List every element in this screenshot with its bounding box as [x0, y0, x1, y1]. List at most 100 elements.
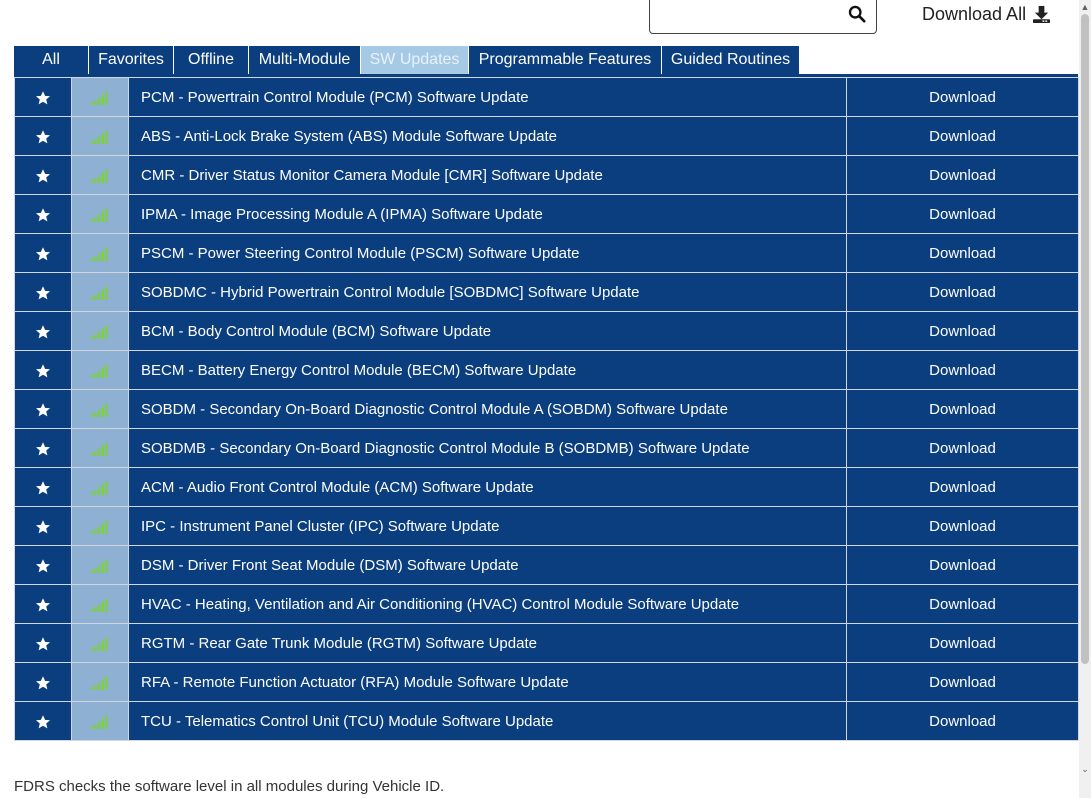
search-input[interactable]: [656, 0, 840, 29]
table-row[interactable]: SOBDM - Secondary On-Board Diagnostic Co…: [14, 389, 1079, 429]
star-icon[interactable]: [35, 363, 51, 379]
module-name: DSM - Driver Front Seat Module (DSM) Sof…: [128, 545, 847, 585]
star-icon[interactable]: [35, 714, 51, 730]
favorite-cell[interactable]: [14, 272, 72, 312]
scroll-down-icon[interactable]: ⌄: [1080, 764, 1090, 774]
signal-cell: [71, 428, 129, 468]
scroll-up-icon[interactable]: ▲: [1080, 2, 1090, 12]
table-row[interactable]: RFA - Remote Function Actuator (RFA) Mod…: [14, 662, 1079, 702]
table-row[interactable]: BCM - Body Control Module (BCM) Software…: [14, 311, 1079, 351]
star-icon[interactable]: [35, 324, 51, 340]
star-icon[interactable]: [35, 519, 51, 535]
favorite-cell[interactable]: [14, 428, 72, 468]
favorite-cell[interactable]: [14, 116, 72, 156]
signal-strength-icon: [91, 286, 108, 300]
favorite-cell[interactable]: [14, 584, 72, 624]
favorite-cell[interactable]: [14, 194, 72, 234]
table-row[interactable]: SOBDMC - Hybrid Powertrain Control Modul…: [14, 272, 1079, 312]
table-row[interactable]: IPMA - Image Processing Module A (IPMA) …: [14, 194, 1079, 234]
tab-favorites[interactable]: Favorites: [89, 46, 174, 74]
favorite-cell[interactable]: [14, 467, 72, 507]
download-button[interactable]: Download: [846, 623, 1079, 663]
table-row[interactable]: PSCM - Power Steering Control Module (PS…: [14, 233, 1079, 273]
footer-note: FDRS checks the software level in all mo…: [14, 778, 445, 795]
tab-sw-updates[interactable]: SW Updates: [361, 46, 469, 74]
table-row[interactable]: SOBDMB - Secondary On-Board Diagnostic C…: [14, 428, 1079, 468]
table-row[interactable]: ABS - Anti-Lock Brake System (ABS) Modul…: [14, 116, 1079, 156]
star-icon[interactable]: [35, 285, 51, 301]
module-name: ABS - Anti-Lock Brake System (ABS) Modul…: [128, 116, 847, 156]
signal-strength-icon: [91, 637, 108, 651]
favorite-cell[interactable]: [14, 155, 72, 195]
favorite-cell[interactable]: [14, 311, 72, 351]
star-icon[interactable]: [35, 558, 51, 574]
download-button[interactable]: Download: [846, 428, 1079, 468]
star-icon[interactable]: [35, 597, 51, 613]
favorite-cell[interactable]: [14, 350, 72, 390]
download-button[interactable]: Download: [846, 77, 1079, 117]
star-icon[interactable]: [35, 675, 51, 691]
download-button[interactable]: Download: [846, 467, 1079, 507]
download-button[interactable]: Download: [846, 389, 1079, 429]
table-row[interactable]: DSM - Driver Front Seat Module (DSM) Sof…: [14, 545, 1079, 585]
table-row[interactable]: IPC - Instrument Panel Cluster (IPC) Sof…: [14, 506, 1079, 546]
tab-programmable-features[interactable]: Programmable Features: [469, 46, 662, 74]
table-row[interactable]: PCM - Powertrain Control Module (PCM) So…: [14, 77, 1079, 117]
table-row[interactable]: BECM - Battery Energy Control Module (BE…: [14, 350, 1079, 390]
download-button[interactable]: Download: [846, 545, 1079, 585]
tab-multi-module[interactable]: Multi-Module: [249, 46, 361, 74]
module-name: ACM - Audio Front Control Module (ACM) S…: [128, 467, 847, 507]
star-icon[interactable]: [35, 168, 51, 184]
table-row[interactable]: CMR - Driver Status Monitor Camera Modul…: [14, 155, 1079, 195]
star-icon[interactable]: [35, 207, 51, 223]
table-row[interactable]: TCU - Telematics Control Unit (TCU) Modu…: [14, 701, 1079, 741]
table-row[interactable]: RGTM - Rear Gate Trunk Module (RGTM) Sof…: [14, 623, 1079, 663]
favorite-cell[interactable]: [14, 545, 72, 585]
download-button[interactable]: Download: [846, 350, 1079, 390]
signal-strength-icon: [91, 130, 108, 144]
favorite-cell[interactable]: [14, 701, 72, 741]
scrollbar[interactable]: ▲ ⌄: [1079, 0, 1091, 798]
signal-cell: [71, 116, 129, 156]
signal-strength-icon: [91, 676, 108, 690]
favorite-cell[interactable]: [14, 77, 72, 117]
star-icon[interactable]: [35, 636, 51, 652]
download-button[interactable]: Download: [846, 194, 1079, 234]
download-icon: [1033, 5, 1051, 23]
favorite-cell[interactable]: [14, 662, 72, 702]
star-icon[interactable]: [35, 129, 51, 145]
signal-strength-icon: [91, 91, 108, 105]
signal-cell: [71, 77, 129, 117]
download-button[interactable]: Download: [846, 272, 1079, 312]
tab-offline[interactable]: Offline: [174, 46, 249, 74]
module-table: PCM - Powertrain Control Module (PCM) So…: [14, 77, 1079, 741]
star-icon[interactable]: [35, 480, 51, 496]
download-all-label: Download All: [922, 3, 1027, 24]
favorite-cell[interactable]: [14, 389, 72, 429]
tab-guided-routines[interactable]: Guided Routines: [662, 46, 800, 74]
download-button[interactable]: Download: [846, 701, 1079, 741]
scroll-thumb[interactable]: [1081, 14, 1089, 664]
download-button[interactable]: Download: [846, 506, 1079, 546]
tab-all[interactable]: All: [14, 46, 89, 74]
favorite-cell[interactable]: [14, 623, 72, 663]
download-button[interactable]: Download: [846, 311, 1079, 351]
favorite-cell[interactable]: [14, 233, 72, 273]
download-all-button[interactable]: Download All: [922, 2, 1051, 26]
star-icon[interactable]: [35, 402, 51, 418]
download-button[interactable]: Download: [846, 584, 1079, 624]
module-name: RGTM - Rear Gate Trunk Module (RGTM) Sof…: [128, 623, 847, 663]
download-button[interactable]: Download: [846, 116, 1079, 156]
download-button[interactable]: Download: [846, 662, 1079, 702]
star-icon[interactable]: [35, 246, 51, 262]
favorite-cell[interactable]: [14, 506, 72, 546]
star-icon[interactable]: [35, 90, 51, 106]
download-button[interactable]: Download: [846, 155, 1079, 195]
signal-cell: [71, 623, 129, 663]
star-icon[interactable]: [35, 441, 51, 457]
search-icon[interactable]: [848, 5, 866, 23]
download-button[interactable]: Download: [846, 233, 1079, 273]
table-row[interactable]: ACM - Audio Front Control Module (ACM) S…: [14, 467, 1079, 507]
table-row[interactable]: HVAC - Heating, Ventilation and Air Cond…: [14, 584, 1079, 624]
module-name: BCM - Body Control Module (BCM) Software…: [128, 311, 847, 351]
